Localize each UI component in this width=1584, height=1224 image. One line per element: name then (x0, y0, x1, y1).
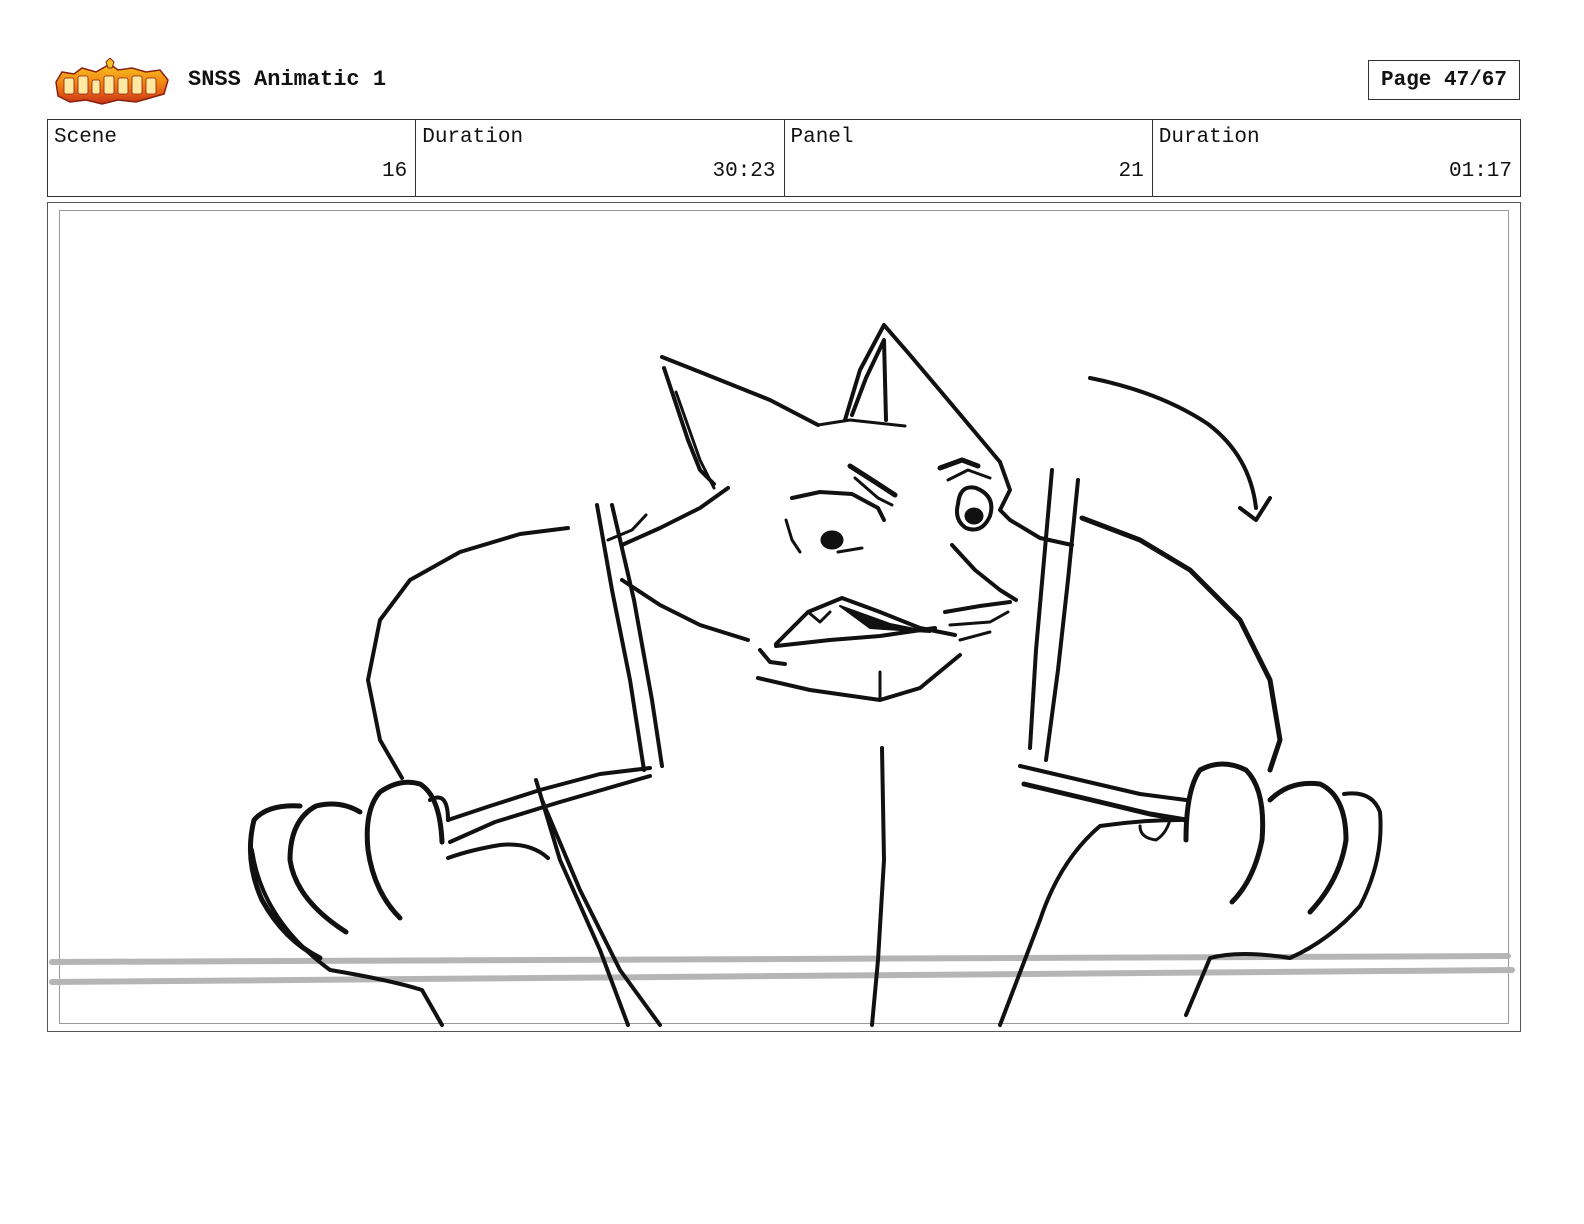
panel-cell: Panel 21 (785, 120, 1153, 196)
storyboard-sketch-image (49, 323, 1515, 1027)
scene-cell: Scene 16 (48, 120, 417, 196)
show-logo-icon (55, 58, 169, 105)
info-table: Scene 16 Duration 30:23 Panel 21 Duratio… (47, 119, 1521, 197)
character-sketch (247, 323, 1383, 1027)
document-title: SNSS Animatic 1 (188, 67, 387, 92)
panel-duration-cell: Duration 01:17 (1153, 120, 1520, 196)
panel-duration-value: 01:17 (1448, 160, 1512, 183)
scene-duration-cell: Duration 30:23 (416, 120, 785, 196)
scene-duration-value: 30:23 (712, 160, 776, 183)
scene-duration-label: Duration (422, 126, 524, 149)
ground-lines (49, 953, 1515, 985)
panel-duration-label: Duration (1158, 126, 1260, 149)
scene-label: Scene (54, 126, 118, 149)
scene-value: 16 (382, 160, 408, 183)
page-indicator: Page 47/67 (1368, 60, 1520, 100)
panel-value: 21 (1118, 160, 1144, 183)
panel-label: Panel (790, 126, 854, 149)
